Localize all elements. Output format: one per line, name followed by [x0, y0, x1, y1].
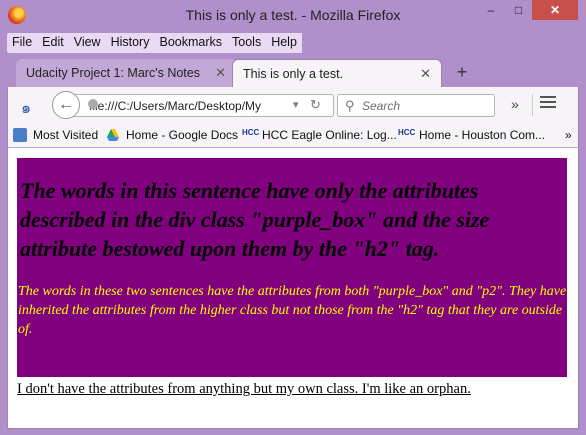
menu-view[interactable]: View: [68, 33, 106, 53]
menu-help[interactable]: Help: [266, 33, 302, 53]
page-info-globe-icon[interactable]: [88, 99, 98, 109]
hamburger-menu-icon[interactable]: [540, 96, 556, 111]
tab-label: Udacity Project 1: Marc's Notes: [26, 66, 200, 80]
minimize-button[interactable]: –: [477, 0, 505, 20]
new-tab-plus-icon[interactable]: +: [453, 59, 471, 87]
tab-this-is-only-a-test[interactable]: This is only a test. ✕: [232, 59, 442, 87]
orphan-text: I don't have the attributes from anythin…: [17, 381, 471, 397]
search-icon: ⚲: [345, 98, 355, 113]
close-tab-icon[interactable]: ✕: [420, 60, 431, 88]
bookmarks-overflow-icon[interactable]: »: [565, 128, 572, 142]
tab-strip: Udacity Project 1: Marc's Notes ✕ This i…: [0, 56, 586, 87]
bookmark-houston-com[interactable]: Home - Houston Com...: [419, 128, 545, 142]
h2-heading: The words in this sentence have only the…: [20, 178, 490, 261]
menu-history[interactable]: History: [105, 33, 155, 53]
hcc-icon: HCC: [242, 128, 260, 137]
bookmark-most-visited[interactable]: Most Visited: [33, 128, 98, 142]
bookmarks-icon: [13, 128, 27, 142]
close-tab-icon[interactable]: ✕: [215, 59, 226, 87]
tab-udacity-notes[interactable]: Udacity Project 1: Marc's Notes ✕: [16, 59, 236, 87]
menu-bookmarks[interactable]: Bookmarks: [154, 33, 228, 53]
p2-paragraph: The words in these two sentences have th…: [18, 284, 567, 337]
menu-tools[interactable]: Tools: [227, 33, 267, 53]
title-bar[interactable]: This is only a test. - Mozilla Firefox –…: [0, 0, 586, 32]
toolbar-separator: [532, 94, 533, 116]
tab-label: This is only a test.: [243, 67, 344, 81]
url-bar[interactable]: file:///C:/Users/Marc/Desktop/My ▾ ↻: [73, 94, 334, 117]
google-drive-icon: [106, 128, 120, 142]
url-text[interactable]: file:///C:/Users/Marc/Desktop/My: [89, 99, 285, 113]
search-placeholder: Search: [362, 99, 401, 113]
menu-edit[interactable]: Edit: [37, 33, 69, 53]
navigation-toolbar: ๑ file:///C:/Users/Marc/Desktop/My ▾ ↻ ←…: [7, 87, 579, 123]
search-bar[interactable]: ⚲ Search: [337, 94, 495, 117]
maximize-button[interactable]: □: [505, 0, 532, 20]
bookmark-hcc-eagle-online[interactable]: HCC Eagle Online: Log...: [262, 128, 397, 142]
firefox-window: This is only a test. - Mozilla Firefox –…: [0, 0, 586, 435]
reload-icon[interactable]: ↻: [310, 97, 321, 113]
purple-box: The words in this sentence have only the…: [17, 158, 567, 377]
page-content: The words in this sentence have only the…: [7, 148, 579, 429]
history-dropdown-icon[interactable]: ▾: [293, 98, 299, 111]
menu-file[interactable]: File: [7, 33, 38, 53]
bookmark-google-docs[interactable]: Home - Google Docs: [126, 128, 238, 142]
back-arrow-icon[interactable]: ←: [52, 91, 80, 119]
menu-bar: File Edit View History Bookmarks Tools H…: [7, 33, 302, 53]
addon-spiral-icon[interactable]: ๑: [21, 96, 31, 121]
hcc-icon: HCC: [398, 128, 416, 137]
overflow-chevron-icon[interactable]: »: [511, 96, 519, 112]
bookmarks-toolbar: Most Visited Home - Google Docs HCC HCC …: [7, 123, 579, 148]
close-window-button[interactable]: ✕: [532, 0, 578, 20]
